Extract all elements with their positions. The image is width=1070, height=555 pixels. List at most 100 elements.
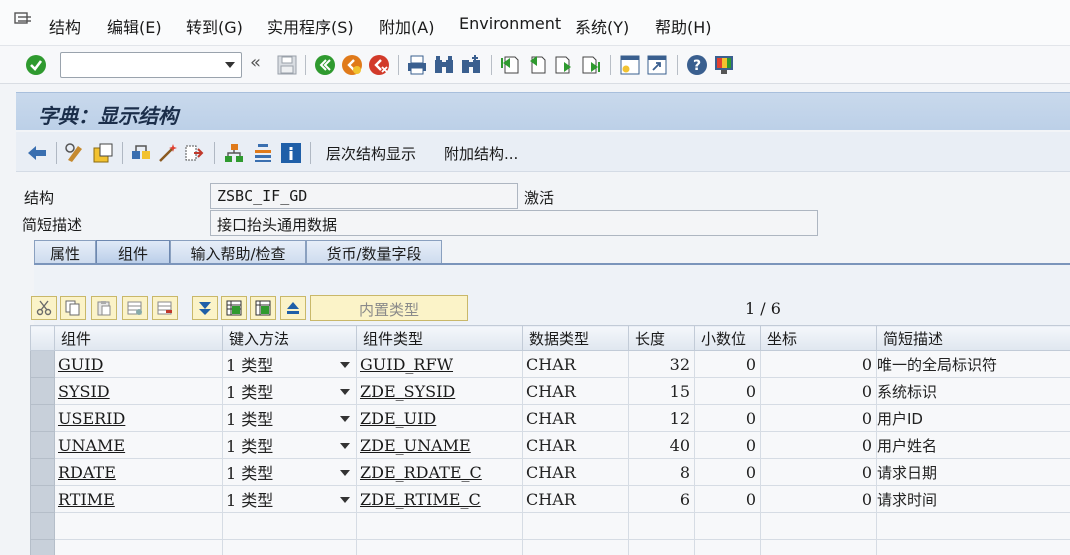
save-icon[interactable] xyxy=(276,54,298,76)
paste-row-button[interactable] xyxy=(91,296,117,320)
first-page-icon[interactable] xyxy=(499,54,521,76)
component-type-cell-text[interactable]: ZDE_RDATE_C xyxy=(360,463,482,482)
command-field[interactable] xyxy=(60,52,242,78)
component-type-cell[interactable]: ZDE_RDATE_C xyxy=(356,458,523,486)
empty-cell[interactable] xyxy=(760,539,877,555)
row-selector-header[interactable] xyxy=(30,325,55,351)
new-session-icon[interactable] xyxy=(619,54,641,76)
component-cell-text[interactable]: RDATE xyxy=(58,463,116,482)
sort-ascending-button[interactable] xyxy=(280,296,306,320)
table-row[interactable]: USERID 1 类型 ZDE_UID CHAR 12 0 0 用户ID xyxy=(30,404,1070,432)
typing-method-cell[interactable]: 1 类型 xyxy=(222,485,357,513)
component-cell[interactable]: UNAME xyxy=(54,431,223,459)
component-cell[interactable]: RDATE xyxy=(54,458,223,486)
component-cell-text[interactable]: RTIME xyxy=(58,490,115,509)
column-header-component[interactable]: 组件 xyxy=(54,325,223,351)
component-cell-text[interactable]: GUID xyxy=(58,355,103,374)
structure-name-field[interactable]: ZSBC_IF_GD xyxy=(210,183,518,209)
column-header-component-type[interactable]: 组件类型 xyxy=(356,325,523,351)
find-icon[interactable] xyxy=(433,54,455,76)
component-type-cell[interactable]: ZDE_RTIME_C xyxy=(356,485,523,513)
help-icon[interactable]: ? xyxy=(686,54,708,76)
typing-method-cell[interactable]: 1 类型 xyxy=(222,404,357,432)
empty-cell[interactable] xyxy=(694,512,761,540)
table-row[interactable]: UNAME 1 类型 ZDE_UNAME CHAR 40 0 0 用户姓名 xyxy=(30,431,1070,459)
chevron-down-icon[interactable] xyxy=(340,443,350,449)
table-row[interactable]: SYSID 1 类型 ZDE_SYSID CHAR 15 0 0 系统标识 xyxy=(30,377,1070,405)
enter-check-icon[interactable] xyxy=(25,54,47,76)
chevron-down-icon[interactable] xyxy=(340,470,350,476)
menu-extras[interactable]: 附加(A) xyxy=(379,14,434,38)
hierarchy-display-button[interactable]: 层次结构显示 xyxy=(326,143,416,164)
activate-icon[interactable] xyxy=(184,142,206,164)
system-menu-icon[interactable] xyxy=(14,12,34,30)
row-selector[interactable] xyxy=(30,377,55,405)
component-cell[interactable]: GUID xyxy=(54,350,223,378)
component-cell-text[interactable]: USERID xyxy=(58,409,125,428)
row-selector[interactable] xyxy=(30,431,55,459)
hierarchy-list-icon[interactable] xyxy=(252,142,274,164)
component-cell[interactable]: USERID xyxy=(54,404,223,432)
menu-goto[interactable]: 转到(G) xyxy=(186,14,243,38)
component-type-cell-text[interactable]: ZDE_SYSID xyxy=(360,382,455,401)
component-type-cell-text[interactable]: ZDE_RTIME_C xyxy=(360,490,481,509)
empty-cell[interactable] xyxy=(222,512,357,540)
component-type-cell[interactable]: GUID_RFW xyxy=(356,350,523,378)
short-description-field[interactable]: 接口抬头通用数据 xyxy=(210,210,818,236)
back-arrow-icon[interactable] xyxy=(26,142,48,164)
component-cell-text[interactable]: UNAME xyxy=(58,436,125,455)
empty-cell[interactable] xyxy=(628,512,695,540)
component-type-cell-text[interactable]: GUID_RFW xyxy=(360,355,453,374)
menu-system[interactable]: 系统(Y) xyxy=(575,14,629,38)
typing-method-cell[interactable]: 1 类型 xyxy=(222,377,357,405)
row-selector[interactable] xyxy=(30,485,55,513)
previous-page-icon[interactable] xyxy=(526,54,548,76)
component-type-cell[interactable]: ZDE_UID xyxy=(356,404,523,432)
menu-help[interactable]: 帮助(H) xyxy=(655,14,712,38)
empty-cell[interactable] xyxy=(522,512,629,540)
print-icon[interactable] xyxy=(406,54,428,76)
tab-attributes[interactable]: 属性 xyxy=(34,240,96,264)
check-wand-icon[interactable] xyxy=(157,142,179,164)
row-selector[interactable] xyxy=(30,404,55,432)
menu-environment[interactable]: Environment xyxy=(459,14,561,33)
empty-cell[interactable] xyxy=(522,539,629,555)
table-row-empty[interactable] xyxy=(30,512,1070,540)
empty-cell[interactable] xyxy=(356,512,523,540)
shortcut-icon[interactable] xyxy=(646,54,668,76)
empty-cell[interactable] xyxy=(876,539,1070,555)
table-row[interactable]: RDATE 1 类型 ZDE_RDATE_C CHAR 8 0 0 请求日期 xyxy=(30,458,1070,486)
back-icon[interactable] xyxy=(314,54,336,76)
cut-row-button[interactable] xyxy=(31,296,57,320)
collapse-icon[interactable]: « xyxy=(250,52,261,73)
next-page-icon[interactable] xyxy=(553,54,575,76)
chevron-down-icon[interactable] xyxy=(340,362,350,368)
typing-method-cell-text[interactable]: 1 类型 xyxy=(226,383,273,402)
component-type-cell-text[interactable]: ZDE_UID xyxy=(360,409,436,428)
component-type-cell[interactable]: ZDE_SYSID xyxy=(356,377,523,405)
active-inactive-icon[interactable] xyxy=(92,142,114,164)
empty-cell[interactable] xyxy=(54,512,223,540)
component-cell[interactable]: RTIME xyxy=(54,485,223,513)
chevron-down-icon[interactable] xyxy=(340,416,350,422)
typing-method-cell[interactable]: 1 类型 xyxy=(222,458,357,486)
empty-cell[interactable] xyxy=(760,512,877,540)
typing-method-cell-text[interactable]: 1 类型 xyxy=(226,356,273,375)
find-next-icon[interactable] xyxy=(460,54,482,76)
exit-icon[interactable] xyxy=(341,54,363,76)
display-change-icon[interactable] xyxy=(64,142,86,164)
copy-row-button[interactable] xyxy=(60,296,86,320)
other-object-icon[interactable] xyxy=(130,142,152,164)
row-selector[interactable] xyxy=(30,512,55,540)
typing-method-cell-text[interactable]: 1 类型 xyxy=(226,491,273,510)
menu-utilities[interactable]: 实用程序(S) xyxy=(267,14,354,38)
empty-cell[interactable] xyxy=(222,539,357,555)
component-type-cell-text[interactable]: ZDE_UNAME xyxy=(360,436,471,455)
empty-cell[interactable] xyxy=(694,539,761,555)
empty-cell[interactable] xyxy=(876,512,1070,540)
where-used-icon[interactable] xyxy=(223,142,245,164)
component-cell[interactable]: SYSID xyxy=(54,377,223,405)
component-type-cell[interactable]: ZDE_UNAME xyxy=(356,431,523,459)
row-selector[interactable] xyxy=(30,458,55,486)
column-header-length[interactable]: 长度 xyxy=(628,325,695,351)
